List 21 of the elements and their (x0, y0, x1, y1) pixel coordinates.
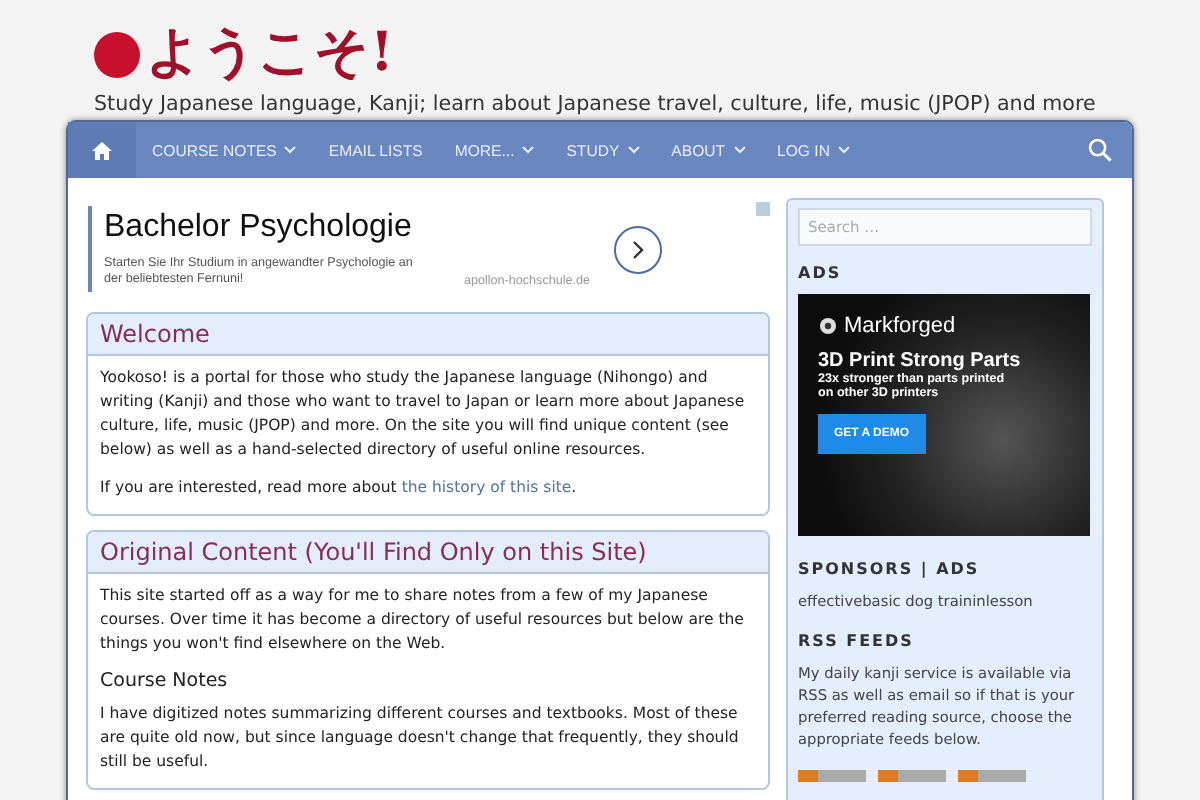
section-heading: Welcome (88, 314, 768, 356)
ad-choices-icon[interactable] (756, 202, 770, 216)
subheading: Course Notes (100, 670, 230, 692)
ad-title[interactable]: Bachelor Psychologie (104, 210, 614, 246)
banner-brand: Markforged (844, 314, 956, 338)
home-icon (92, 141, 112, 159)
banner-headline: 3D Print Strong Parts (818, 350, 1023, 372)
widget-heading: ADS (798, 264, 844, 282)
feed-button-icon[interactable] (878, 770, 946, 782)
widget-heading: RSS FEEDS (798, 632, 916, 650)
section-heading: Original Content (You'll Find Only on this Site) (88, 532, 768, 574)
feed-button-icon[interactable] (798, 770, 866, 782)
circle-logo-icon (94, 31, 140, 77)
chevron-right-icon (632, 239, 644, 259)
ad-arrow-button[interactable] (614, 225, 662, 273)
home-tab[interactable] (68, 122, 136, 178)
widget-heading: SPONSORS | ADS (798, 560, 982, 578)
feed-button-icon[interactable] (958, 770, 1026, 782)
search-icon[interactable] (1088, 138, 1112, 162)
site-title[interactable]: ようこそ! (146, 24, 394, 84)
site-tagline: Study Japanese language, Kanji; learn about Japanese travel, culture, life, music (JPOP) and more (94, 92, 1098, 116)
